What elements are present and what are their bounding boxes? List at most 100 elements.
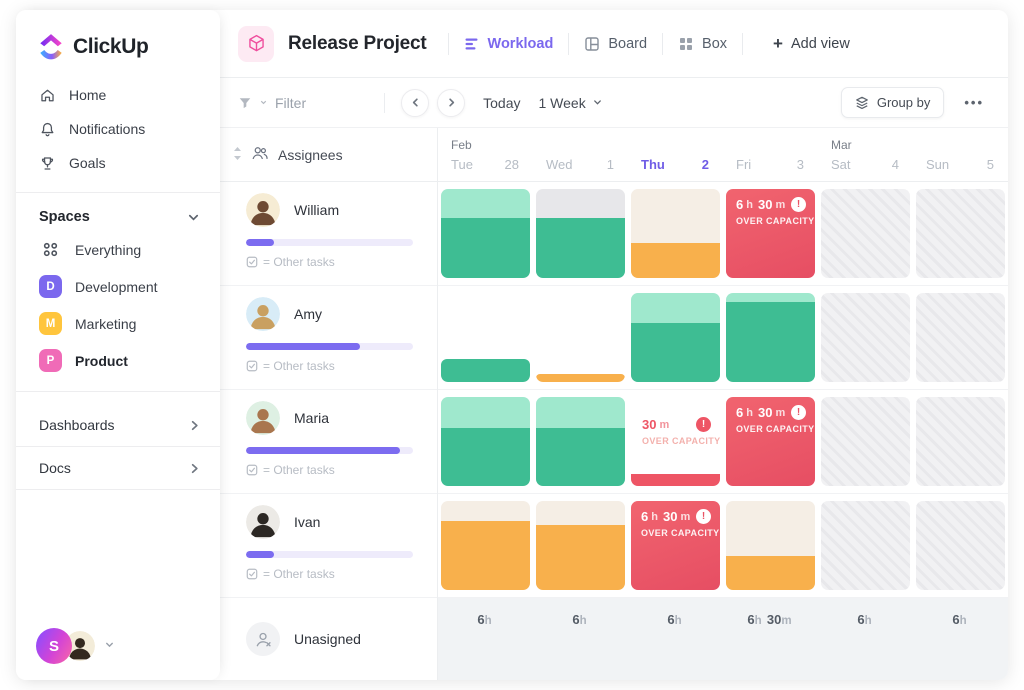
unassigned-avatar-icon	[246, 622, 280, 656]
total-unit: h	[580, 615, 587, 627]
plus-icon: +	[773, 35, 783, 52]
user-menu[interactable]: S	[36, 628, 115, 664]
cell-william-sun[interactable]	[916, 189, 1005, 278]
cell-maria-sat[interactable]	[821, 397, 910, 486]
cell-ivan-sun[interactable]	[916, 501, 1005, 590]
cell-amy-thu[interactable]	[631, 293, 720, 382]
day-number: 2	[702, 157, 709, 172]
cell-ivan-tue[interactable]	[441, 501, 530, 590]
cell-maria-sun[interactable]	[916, 397, 1005, 486]
sidebar-item-home[interactable]: Home	[16, 78, 220, 112]
cell-maria-wed[interactable]	[536, 397, 625, 486]
sort-icon	[233, 147, 242, 163]
cell-ivan-sat[interactable]	[821, 501, 910, 590]
link-label: Docs	[39, 460, 71, 476]
assignees-header[interactable]: Assignees	[220, 128, 437, 182]
cell-ivan-thu[interactable]: 6h30m! OVER CAPACITY	[631, 501, 720, 590]
day-header-thu: Thu2	[628, 128, 723, 181]
avatar-amy[interactable]	[246, 297, 280, 331]
checkbox-icon	[246, 360, 258, 372]
cell-william-sat[interactable]	[821, 189, 910, 278]
assignees-column: Assignees William= Other tasksAmy= Other…	[220, 128, 438, 680]
space-badge-product: P	[39, 349, 62, 372]
tab-box[interactable]: Box	[678, 36, 727, 52]
cell-amy-sun[interactable]	[916, 293, 1005, 382]
time-value: 6	[736, 405, 743, 420]
day-total-fri: 6h 30m	[723, 612, 818, 680]
sidebar-item-docs[interactable]: Docs	[16, 447, 220, 490]
cell-william-thu[interactable]	[631, 189, 720, 278]
cell-maria-tue[interactable]	[441, 397, 530, 486]
total-unit: h	[675, 615, 682, 627]
clickup-logo[interactable]: ClickUp	[16, 10, 220, 78]
sidebar-item-everything[interactable]: Everything	[16, 231, 220, 268]
sidebar-item-dashboards[interactable]: Dashboards	[16, 404, 220, 447]
today-button[interactable]: Today	[483, 95, 520, 111]
cell-ivan-wed[interactable]	[536, 501, 625, 590]
cell-william-wed[interactable]	[536, 189, 625, 278]
workload-row-maria: 30m!OVER CAPACITY6h30m!OVER CAPACITY	[438, 390, 1008, 494]
workload-progress-fill	[246, 447, 400, 454]
cell-amy-tue[interactable]	[441, 293, 530, 382]
day-line: Tue28	[451, 157, 519, 172]
filter-button[interactable]: Filter	[238, 95, 306, 111]
group-by-button[interactable]: Group by	[841, 87, 944, 118]
cell-maria-fri[interactable]: 6h30m!OVER CAPACITY	[726, 397, 815, 486]
spaces-header[interactable]: Spaces	[16, 205, 220, 231]
tab-label: Box	[702, 36, 727, 52]
time-unit: h	[651, 511, 658, 523]
range-selector[interactable]: 1 Week	[538, 95, 602, 111]
time-value: 6	[641, 509, 648, 524]
divider	[568, 33, 569, 55]
task-block-cream	[631, 189, 720, 243]
over-capacity-label: OVER CAPACITY	[641, 528, 711, 538]
assignee-row-william: William= Other tasks	[220, 182, 437, 286]
task-block-greenLight	[726, 293, 815, 302]
project-cube-icon	[238, 26, 274, 62]
day-header-fri: Fri3	[723, 128, 818, 181]
main-panel: Release Project Workload Board Box + Add…	[220, 10, 1008, 680]
filter-label: Filter	[275, 95, 306, 111]
assignee-row-unassigned[interactable]: Unasigned	[220, 598, 437, 680]
workload-row-william: 6h30m!OVER CAPACITY	[438, 182, 1008, 286]
avatar-ivan[interactable]	[246, 505, 280, 539]
avatar-maria[interactable]	[246, 401, 280, 435]
workload-row-ivan: 6h30m! OVER CAPACITY	[438, 494, 1008, 598]
day-number: 4	[892, 157, 899, 172]
other-tasks-legend: = Other tasks	[246, 463, 413, 477]
cell-ivan-fri[interactable]	[726, 501, 815, 590]
add-view-button[interactable]: + Add view	[773, 35, 850, 52]
tab-workload[interactable]: Workload	[464, 36, 554, 52]
day-header-sun: Sun5	[913, 128, 1008, 181]
sidebar-item-marketing[interactable]: M Marketing	[16, 305, 220, 342]
more-options-button[interactable]: •••	[964, 95, 984, 110]
sidebar-item-notifications[interactable]: Notifications	[16, 112, 220, 146]
legend-label: = Other tasks	[263, 255, 335, 269]
checkbox-icon	[246, 464, 258, 476]
legend-label: = Other tasks	[263, 567, 335, 581]
total-value: 6	[572, 612, 579, 627]
tab-board[interactable]: Board	[584, 36, 647, 52]
chevron-down-icon	[104, 637, 115, 655]
sidebar-item-goals[interactable]: Goals	[16, 146, 220, 180]
sidebar-item-product[interactable]: P Product	[16, 342, 220, 379]
time-unit: m	[775, 199, 785, 211]
workspace-avatar[interactable]: S	[36, 628, 72, 664]
day-name: Sat	[831, 157, 851, 172]
chevron-right-icon	[188, 419, 201, 432]
divider	[16, 391, 220, 392]
cell-william-tue[interactable]	[441, 189, 530, 278]
alert-icon: !	[791, 197, 806, 212]
cell-amy-fri[interactable]	[726, 293, 815, 382]
next-week-button[interactable]	[437, 89, 465, 117]
alert-icon: !	[791, 405, 806, 420]
cell-maria-thu[interactable]: 30m!OVER CAPACITY	[631, 397, 720, 486]
prev-week-button[interactable]	[401, 89, 429, 117]
time-label: 6h30m!	[641, 509, 711, 524]
sidebar-item-development[interactable]: D Development	[16, 268, 220, 305]
avatar-william[interactable]	[246, 193, 280, 227]
grid-rows: 6h30m!OVER CAPACITY30m!OVER CAPACITY6h30…	[438, 182, 1008, 598]
cell-amy-sat[interactable]	[821, 293, 910, 382]
cell-william-fri[interactable]: 6h30m!OVER CAPACITY	[726, 189, 815, 278]
cell-amy-wed[interactable]	[536, 293, 625, 382]
